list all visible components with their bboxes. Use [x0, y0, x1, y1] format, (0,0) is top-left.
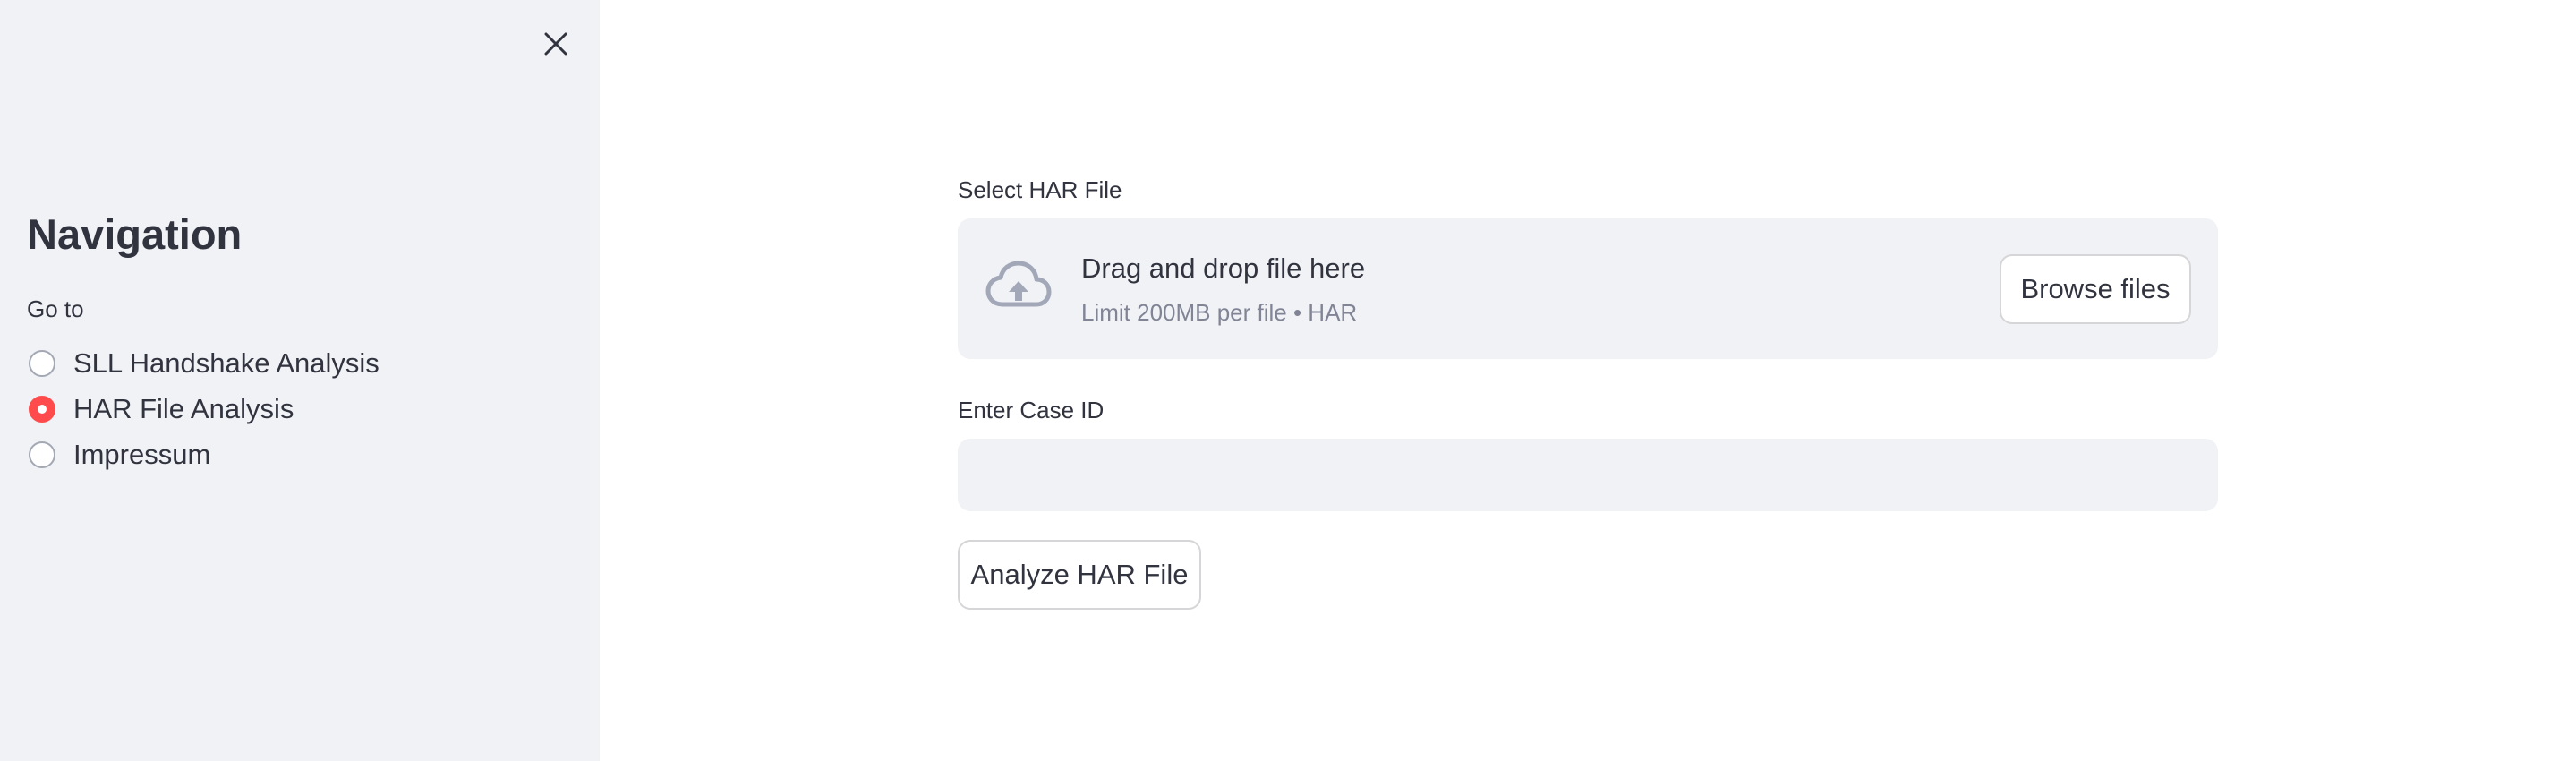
- case-id-input[interactable]: [958, 439, 2218, 511]
- app-window: Navigation Go to SLL Handshake Analysis …: [0, 0, 2576, 761]
- radio-option-impressum[interactable]: Impressum: [29, 432, 380, 477]
- radio-option-label: SLL Handshake Analysis: [73, 346, 380, 379]
- analyze-har-file-button[interactable]: Analyze HAR File: [958, 540, 1201, 610]
- close-icon: [544, 32, 567, 56]
- radio-option-har-file-analysis[interactable]: HAR File Analysis: [29, 386, 380, 432]
- case-id-label: Enter Case ID: [958, 397, 1105, 423]
- radio-option-sll-handshake[interactable]: SLL Handshake Analysis: [29, 340, 380, 386]
- goto-label: Go to: [27, 295, 84, 322]
- main-content: Select HAR File Drag and drop file here …: [600, 0, 2576, 761]
- radio-button-unselected[interactable]: [29, 349, 55, 377]
- sidebar-title: Navigation: [27, 210, 243, 258]
- radio-button-selected[interactable]: [29, 395, 55, 423]
- radio-option-label: HAR File Analysis: [73, 392, 294, 424]
- radio-dot: [38, 404, 47, 414]
- radio-button-unselected[interactable]: [29, 440, 55, 468]
- radio-option-label: Impressum: [73, 438, 211, 470]
- dropzone-title: Drag and drop file here: [1081, 252, 1366, 284]
- cloud-upload-icon: [985, 261, 1052, 307]
- file-dropzone[interactable]: Drag and drop file here Limit 200MB per …: [958, 218, 2218, 359]
- dropzone-limit-text: Limit 200MB per file • HAR: [1081, 299, 1358, 326]
- close-sidebar-button[interactable]: [539, 27, 573, 61]
- sidebar: Navigation Go to SLL Handshake Analysis …: [0, 0, 600, 761]
- browse-files-button[interactable]: Browse files: [2000, 254, 2191, 324]
- file-uploader-label: Select HAR File: [958, 176, 1122, 203]
- navigation-radio-group: SLL Handshake Analysis HAR File Analysis…: [29, 340, 380, 477]
